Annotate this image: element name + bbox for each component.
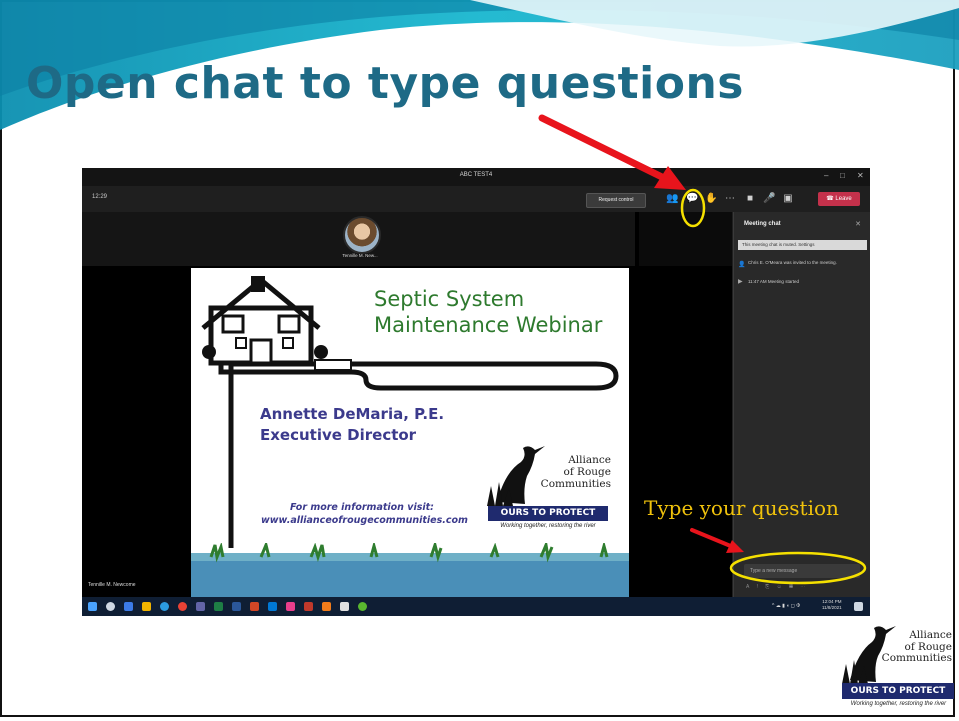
tray-time: 12:04 PM xyxy=(822,599,842,604)
chat-event: 11:47 AM Meeting started xyxy=(748,279,799,284)
explorer-icon[interactable] xyxy=(142,602,151,611)
info-line1: For more information visit: xyxy=(290,502,434,513)
chat-muted-notice[interactable]: This meeting chat is muted. Settings xyxy=(738,240,867,250)
ours-to-protect-badge: OURS TO PROTECT xyxy=(488,506,608,521)
corner-tagline: Working together, restoring the river xyxy=(850,701,947,707)
powerpoint-icon[interactable] xyxy=(250,602,259,611)
search-icon[interactable] xyxy=(106,602,115,611)
presenter-block: Annette DeMaria, P.E. Executive Director xyxy=(260,404,444,446)
chat-format-icons[interactable]: A ! ⎘ ☺ ▦ ⋯ xyxy=(746,584,808,590)
teams-window: ABC TEST4 – □ ✕ 12:29 Request control 👥 … xyxy=(82,168,870,616)
chat-heading: Meeting chat xyxy=(744,221,781,227)
corner-line3: Communities xyxy=(881,652,952,664)
edge-icon[interactable] xyxy=(160,602,169,611)
tray-clock: 12:04 PM 11/8/2021 xyxy=(822,599,842,611)
shared-content: Septic System Maintenance Webinar Annett… xyxy=(191,268,629,597)
share-icon[interactable]: ▣ xyxy=(782,193,794,205)
alliance-line2: of Rouge xyxy=(563,466,611,478)
tray-date: 11/8/2021 xyxy=(822,605,842,610)
close-window-icon[interactable]: ✕ xyxy=(857,171,864,180)
excel-icon[interactable] xyxy=(214,602,223,611)
request-control-button[interactable]: Request control xyxy=(586,193,646,208)
window-title: ABC TEST4 xyxy=(459,172,493,178)
webinar-title: Septic System Maintenance Webinar xyxy=(374,286,602,338)
participant-strip: Tennille M. New... xyxy=(82,212,635,266)
self-name-label: Tennille M. Newcome xyxy=(88,582,136,588)
info-text: For more information visit: www.alliance… xyxy=(261,501,468,527)
app-icon[interactable] xyxy=(340,602,349,611)
system-tray-icons[interactable]: ^ ☁ ▮ ◖ ◻ Φ xyxy=(772,603,800,609)
chat-message-input[interactable]: Type a new message xyxy=(744,564,860,578)
participants-icon[interactable]: 👥 xyxy=(666,193,678,205)
alliance-tagline: Working together, restoring the river xyxy=(500,523,596,529)
teams-icon[interactable] xyxy=(196,602,205,611)
minimize-icon[interactable]: – xyxy=(824,171,828,180)
camera-icon[interactable]: ■ xyxy=(744,193,756,205)
leave-label: Leave xyxy=(835,196,852,202)
start-icon[interactable] xyxy=(88,602,97,611)
corner-alliance-name: Alliance of Rouge Communities xyxy=(880,629,952,665)
word-icon[interactable] xyxy=(232,602,241,611)
corner-line2: of Rouge xyxy=(904,640,952,653)
type-question-annotation: Type your question xyxy=(644,496,839,520)
slide-title: Open chat to type questions xyxy=(26,58,744,109)
grass-water-decoration xyxy=(191,543,629,597)
chrome-icon[interactable] xyxy=(178,602,187,611)
video-tile xyxy=(639,212,732,266)
meeting-toolbar: 12:29 Request control 👥 💬 ✋ ⋯ ■ 🎤 ▣ ☎ Le… xyxy=(82,186,870,212)
chat-event: Chris E. O'Meara was invited to the meet… xyxy=(748,260,837,265)
participant-name: Tennille M. New... xyxy=(342,253,378,258)
mic-icon[interactable]: 🎤 xyxy=(763,193,775,205)
corner-line1: Alliance xyxy=(909,629,952,641)
more-options-icon[interactable]: ⋯ xyxy=(724,193,736,205)
alliance-line1: Alliance xyxy=(568,454,611,466)
webinar-title-line2: Maintenance Webinar xyxy=(374,313,603,337)
alliance-line3: Communities xyxy=(540,478,611,490)
chat-icon[interactable]: 💬 xyxy=(686,193,698,205)
person-add-icon: 👤 xyxy=(738,262,746,268)
webinar-title-line1: Septic System xyxy=(374,287,525,311)
alliance-name: Alliance of Rouge Communities xyxy=(531,454,611,490)
windows-taskbar: ^ ☁ ▮ ◖ ◻ Φ 12:04 PM 11/8/2021 xyxy=(82,597,870,616)
taskview-icon[interactable] xyxy=(124,602,133,611)
meeting-chat-panel: Meeting chat ✕ This meeting chat is mute… xyxy=(733,212,870,597)
presenter-role: Executive Director xyxy=(260,426,417,444)
close-chat-icon[interactable]: ✕ xyxy=(855,220,861,228)
video-event-icon: ▶ xyxy=(738,279,743,285)
app-icon[interactable] xyxy=(304,602,313,611)
app-icon[interactable] xyxy=(358,602,367,611)
presenter-name: Annette DeMaria, P.E. xyxy=(260,405,445,423)
info-url: www.allianceofrougecommunities.com xyxy=(261,515,468,526)
app-icon[interactable] xyxy=(322,602,331,611)
corner-ours-to-protect-badge: OURS TO PROTECT xyxy=(842,683,954,699)
title-bar: ABC TEST4 – □ ✕ xyxy=(82,168,870,186)
reactions-icon[interactable]: ✋ xyxy=(705,193,717,205)
outlook-icon[interactable] xyxy=(268,602,277,611)
app-icon[interactable] xyxy=(286,602,295,611)
maximize-icon[interactable]: □ xyxy=(840,171,845,180)
meeting-timer: 12:29 xyxy=(92,194,108,200)
participant-avatar[interactable] xyxy=(343,216,381,254)
leave-button[interactable]: ☎ Leave xyxy=(818,192,860,206)
